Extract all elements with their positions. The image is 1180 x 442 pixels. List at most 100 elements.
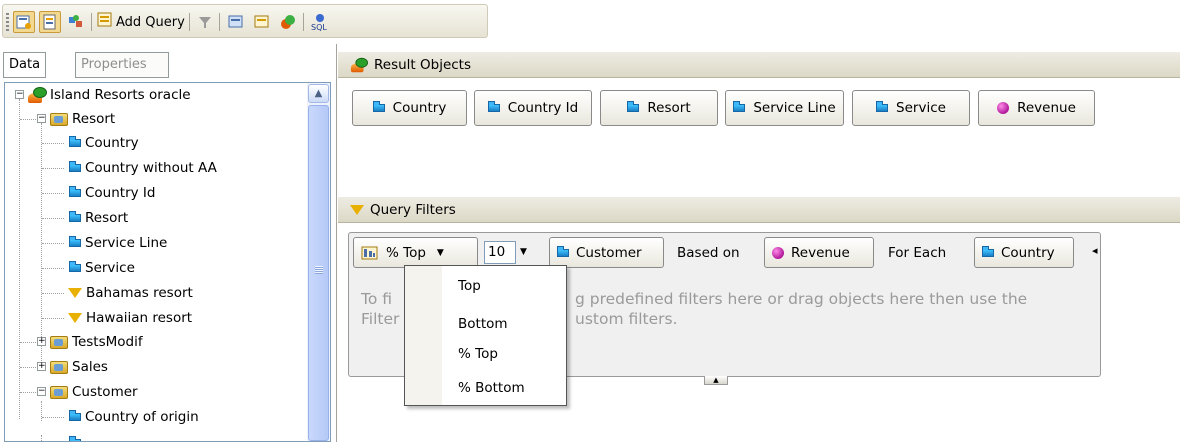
measure-icon (772, 246, 784, 259)
expand-toggle[interactable]: + (37, 362, 46, 371)
result-object-country-id[interactable]: Country Id (474, 90, 592, 126)
combine-icon[interactable] (251, 11, 273, 33)
tree-line (42, 193, 64, 194)
toolbar-separator (219, 13, 220, 31)
tree-line (42, 243, 64, 244)
result-objects-header: Result Objects (338, 52, 1180, 78)
dimension-icon (69, 161, 81, 172)
tree-item-label: Country Id (85, 185, 156, 201)
more-arrow-icon[interactable]: ◂ (1092, 244, 1098, 257)
result-object-resort[interactable]: Resort (600, 90, 718, 126)
tree-item-dimension[interactable]: Country (69, 131, 139, 155)
dimension-icon (627, 101, 640, 112)
folder-icon (50, 385, 68, 399)
tree-item-label: Bahamas resort (86, 285, 193, 301)
result-object-revenue[interactable]: Revenue (978, 90, 1095, 126)
tree-line (42, 417, 64, 418)
ranking-icon (361, 246, 378, 259)
toolbar-grip[interactable] (6, 13, 9, 31)
tab-properties[interactable]: Properties (75, 52, 169, 78)
tree-item-folder[interactable]: TestsModif (50, 330, 143, 354)
rank-value-input[interactable]: 10 (484, 241, 516, 264)
menu-item-percent-bottom[interactable]: % Bottom (458, 376, 525, 400)
dimension-icon (982, 245, 994, 257)
tree-item-folder[interactable]: Resort (50, 107, 115, 131)
add-query-button[interactable]: Add Query (97, 11, 185, 33)
filter-pane-icon[interactable] (225, 11, 247, 33)
dimension-icon (69, 410, 81, 421)
result-object-country[interactable]: Country (352, 90, 467, 126)
for-each-label: For Each (888, 245, 947, 261)
result-object-service[interactable]: Service (852, 90, 970, 126)
based-on-label: Based on (677, 245, 740, 261)
tree-item-dimension[interactable] (69, 431, 81, 441)
scroll-thumb[interactable] (308, 105, 329, 441)
tree-root[interactable]: Island Resorts oracle (28, 83, 191, 107)
tab-data[interactable]: Data (3, 52, 47, 78)
sql-icon[interactable]: SQL (309, 11, 331, 33)
tree-line (41, 435, 42, 441)
collapse-toggle[interactable]: − (15, 90, 24, 99)
tree-item-dimension[interactable]: Service Line (69, 231, 167, 255)
tree-item-filter[interactable]: Bahamas resort (68, 281, 193, 305)
dimension-icon (69, 261, 81, 272)
dimension-icon (69, 136, 81, 147)
tree-item-folder[interactable]: Customer (50, 380, 138, 404)
filter-icon[interactable] (194, 11, 216, 33)
document-icon[interactable] (39, 11, 61, 33)
collapse-toggle[interactable]: − (37, 114, 46, 123)
tree-item-label: Resort (85, 210, 129, 226)
tree-item-dimension[interactable]: Country of origin (69, 405, 199, 429)
filter-icon (68, 313, 82, 323)
menu-item-percent-top[interactable]: % Top (458, 342, 498, 366)
dimension-icon (372, 101, 385, 112)
rank-object-customer[interactable]: Customer (549, 237, 664, 268)
tree-item-folder[interactable]: Sales (50, 355, 108, 379)
tree-scrollbar[interactable]: ▲ (307, 83, 330, 441)
expand-toggle[interactable]: + (37, 337, 46, 346)
tree-line (42, 293, 64, 294)
tree-item-dimension[interactable]: Country Id (69, 181, 155, 205)
tree-item-label: TestsModif (72, 334, 143, 350)
query-panel-icon[interactable] (13, 11, 35, 33)
result-object-service-line[interactable]: Service Line (725, 90, 844, 126)
chevron-down-icon[interactable]: ▼ (520, 247, 527, 257)
dimension-icon (733, 101, 746, 112)
measure-icon (997, 102, 1010, 114)
tree-item-label: Hawaiian resort (86, 310, 193, 326)
scroll-up-button[interactable]: ▲ (308, 84, 329, 103)
object-label: Country (1001, 244, 1055, 261)
tree-item-dimension[interactable]: Country without AA (69, 156, 217, 180)
tree-line (42, 168, 64, 169)
object-label: Service Line (753, 100, 836, 116)
add-query-icon (97, 12, 113, 32)
collapse-filters-button[interactable]: ▲ (704, 376, 728, 385)
data-provider-icon[interactable] (277, 11, 299, 33)
tree-item-label: Customer (72, 384, 138, 400)
tree-item-dimension[interactable]: Service (69, 256, 135, 280)
dimension-icon (876, 101, 889, 112)
tree-item-label: Resort (72, 111, 116, 127)
rank-operator-dropdown[interactable]: % Top ▼ (353, 237, 478, 268)
dimension-icon (69, 236, 81, 247)
hint-text-right-2: ustom filters. (575, 310, 678, 328)
tree-item-dimension[interactable]: Resort (69, 206, 128, 230)
tree-item-filter[interactable]: Hawaiian resort (68, 306, 192, 330)
menu-item-bottom[interactable]: Bottom (458, 312, 508, 336)
hint-text-left-2: Filter (361, 310, 400, 328)
rank-operator-label: % Top (386, 244, 426, 261)
based-on-object-revenue[interactable]: Revenue (764, 237, 874, 268)
result-objects-icon (350, 57, 369, 72)
tree-line (42, 218, 64, 219)
tree-item-label: Country without AA (85, 160, 217, 176)
for-each-object-country[interactable]: Country (974, 237, 1074, 268)
hint-text-right: g predefined filters here or drag object… (575, 290, 1028, 308)
collapse-toggle[interactable]: − (37, 387, 46, 396)
add-query-label: Add Query (116, 14, 185, 30)
menu-item-top[interactable]: Top (458, 274, 481, 298)
tree-line (41, 123, 42, 365)
chevron-down-icon: ▼ (436, 247, 444, 258)
universe-tree: − Island Resorts oracle − Resort Country… (4, 82, 331, 442)
tree-item-label: Country of origin (85, 409, 199, 425)
properties-icon[interactable] (65, 11, 87, 33)
